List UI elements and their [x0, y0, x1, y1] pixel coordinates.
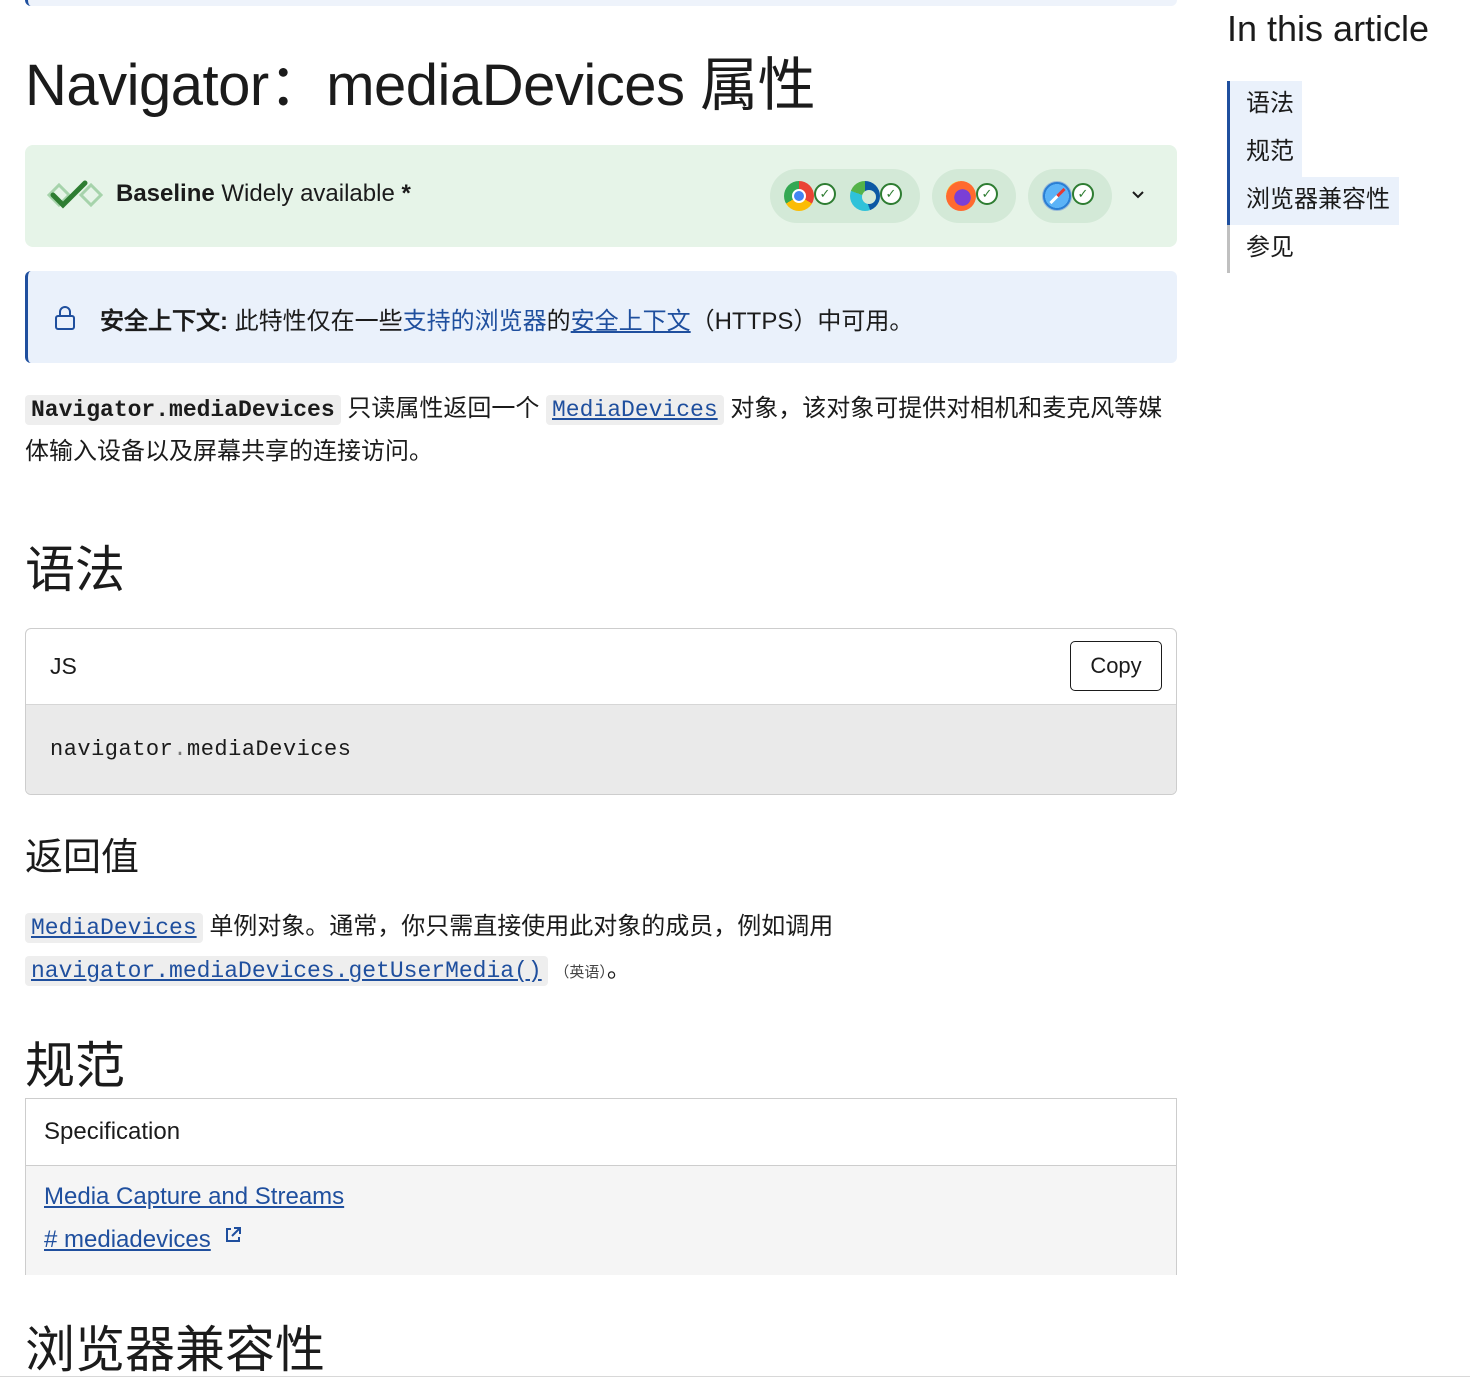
mediadevices-return-link[interactable]: MediaDevices	[31, 915, 197, 941]
secure-context-note: 安全上下文: 此特性仅在一些支持的浏览器的安全上下文（HTTPS）中可用。	[25, 271, 1177, 363]
firefox-icon	[946, 181, 976, 211]
spec-anchor-row: # mediadevices	[44, 1225, 243, 1254]
code-body: navigator.mediaDevices	[26, 704, 1176, 794]
browser-group-safari: ✓	[1028, 169, 1112, 223]
copy-button[interactable]: Copy	[1070, 641, 1162, 691]
compat-heading[interactable]: 浏览器兼容性	[25, 1310, 325, 1382]
browser-group-chromium: ✓ ✓	[770, 169, 920, 223]
code-line[interactable]: navigator.mediaDevices	[50, 737, 351, 762]
getusermedia-link[interactable]: navigator.mediaDevices.getUserMedia()	[31, 958, 542, 984]
code-token-navigator: navigator	[50, 737, 174, 762]
baseline-banner[interactable]: Baseline Widely available * ✓ ✓ ✓ ✓	[25, 145, 1177, 247]
spec-column-header: Specification	[44, 1118, 181, 1145]
return-text-end: 。	[606, 956, 631, 983]
baseline-label-status: Widely available	[221, 180, 395, 207]
edge-icon	[850, 181, 880, 211]
supported-browsers-link[interactable]: 支持的浏览器	[403, 308, 547, 335]
check-icon: ✓	[1072, 183, 1094, 205]
secure-context-label: 安全上下文:	[100, 308, 228, 335]
baseline-label: Baseline Widely available *	[116, 180, 411, 208]
baseline-check-icon	[47, 180, 103, 209]
secure-context-text: 安全上下文: 此特性仅在一些支持的浏览器的安全上下文（HTTPS）中可用。	[100, 301, 913, 336]
toc-item-syntax[interactable]: 语法	[1227, 81, 1302, 129]
return-value-heading[interactable]: 返回值	[25, 826, 139, 881]
syntax-heading[interactable]: 语法	[25, 530, 125, 602]
chrome-icon	[784, 181, 814, 211]
check-icon: ✓	[814, 183, 836, 205]
previous-notecard-edge	[25, 0, 1177, 6]
check-icon: ✓	[880, 183, 902, 205]
bottom-divider	[0, 1376, 1470, 1377]
spec-heading[interactable]: 规范	[25, 1026, 125, 1098]
secure-context-link[interactable]: 安全上下文	[571, 308, 691, 335]
toc-item-see-also[interactable]: 参见	[1230, 225, 1294, 273]
browser-group-firefox: ✓	[932, 169, 1016, 223]
spec-title-link[interactable]: Media Capture and Streams	[44, 1183, 344, 1211]
external-link-icon	[226, 1227, 242, 1242]
return-text-1: 单例对象。通常，你只需直接使用此对象的成员，例如调用	[209, 913, 834, 940]
secure-text-2: 的	[546, 308, 571, 335]
mediadevices-link[interactable]: MediaDevices	[552, 397, 718, 423]
code-token-dot: .	[173, 737, 188, 762]
toc-item-spec[interactable]: 规范	[1227, 129, 1302, 177]
intro-text-1: 只读属性返回一个	[347, 395, 540, 422]
secure-text-3: （HTTPS）中可用。	[690, 308, 914, 335]
english-note: （英语）	[554, 964, 607, 981]
code-token-mediadevices: mediaDevices	[187, 737, 352, 762]
spec-table: Specification Media Capture and Streams …	[25, 1098, 1177, 1275]
lock-icon	[55, 306, 75, 330]
check-icon: ✓	[976, 183, 998, 205]
safari-icon	[1042, 181, 1072, 211]
intro-paragraph: Navigator.mediaDevices 只读属性返回一个 MediaDev…	[25, 388, 1177, 473]
spec-table-row: Media Capture and Streams # mediadevices	[26, 1166, 1176, 1275]
toc-title: In this article	[1227, 8, 1430, 49]
toc-item-compat[interactable]: 浏览器兼容性	[1227, 177, 1399, 225]
spec-anchor-link[interactable]: # mediadevices	[44, 1226, 211, 1253]
intro-code: Navigator.mediaDevices	[25, 395, 341, 425]
baseline-label-bold: Baseline	[116, 180, 215, 207]
baseline-asterisk: *	[401, 180, 411, 207]
code-language: JS	[50, 653, 77, 679]
secure-text-1: 此特性仅在一些	[234, 308, 403, 335]
spec-table-header: Specification	[26, 1099, 1176, 1166]
page-title: Navigator：mediaDevices 属性	[25, 53, 816, 118]
chevron-down-icon[interactable]	[1129, 182, 1147, 208]
return-value-paragraph: MediaDevices 单例对象。通常，你只需直接使用此对象的成员，例如调用 …	[25, 906, 925, 994]
code-example: JS Copy navigator.mediaDevices	[25, 628, 1177, 795]
